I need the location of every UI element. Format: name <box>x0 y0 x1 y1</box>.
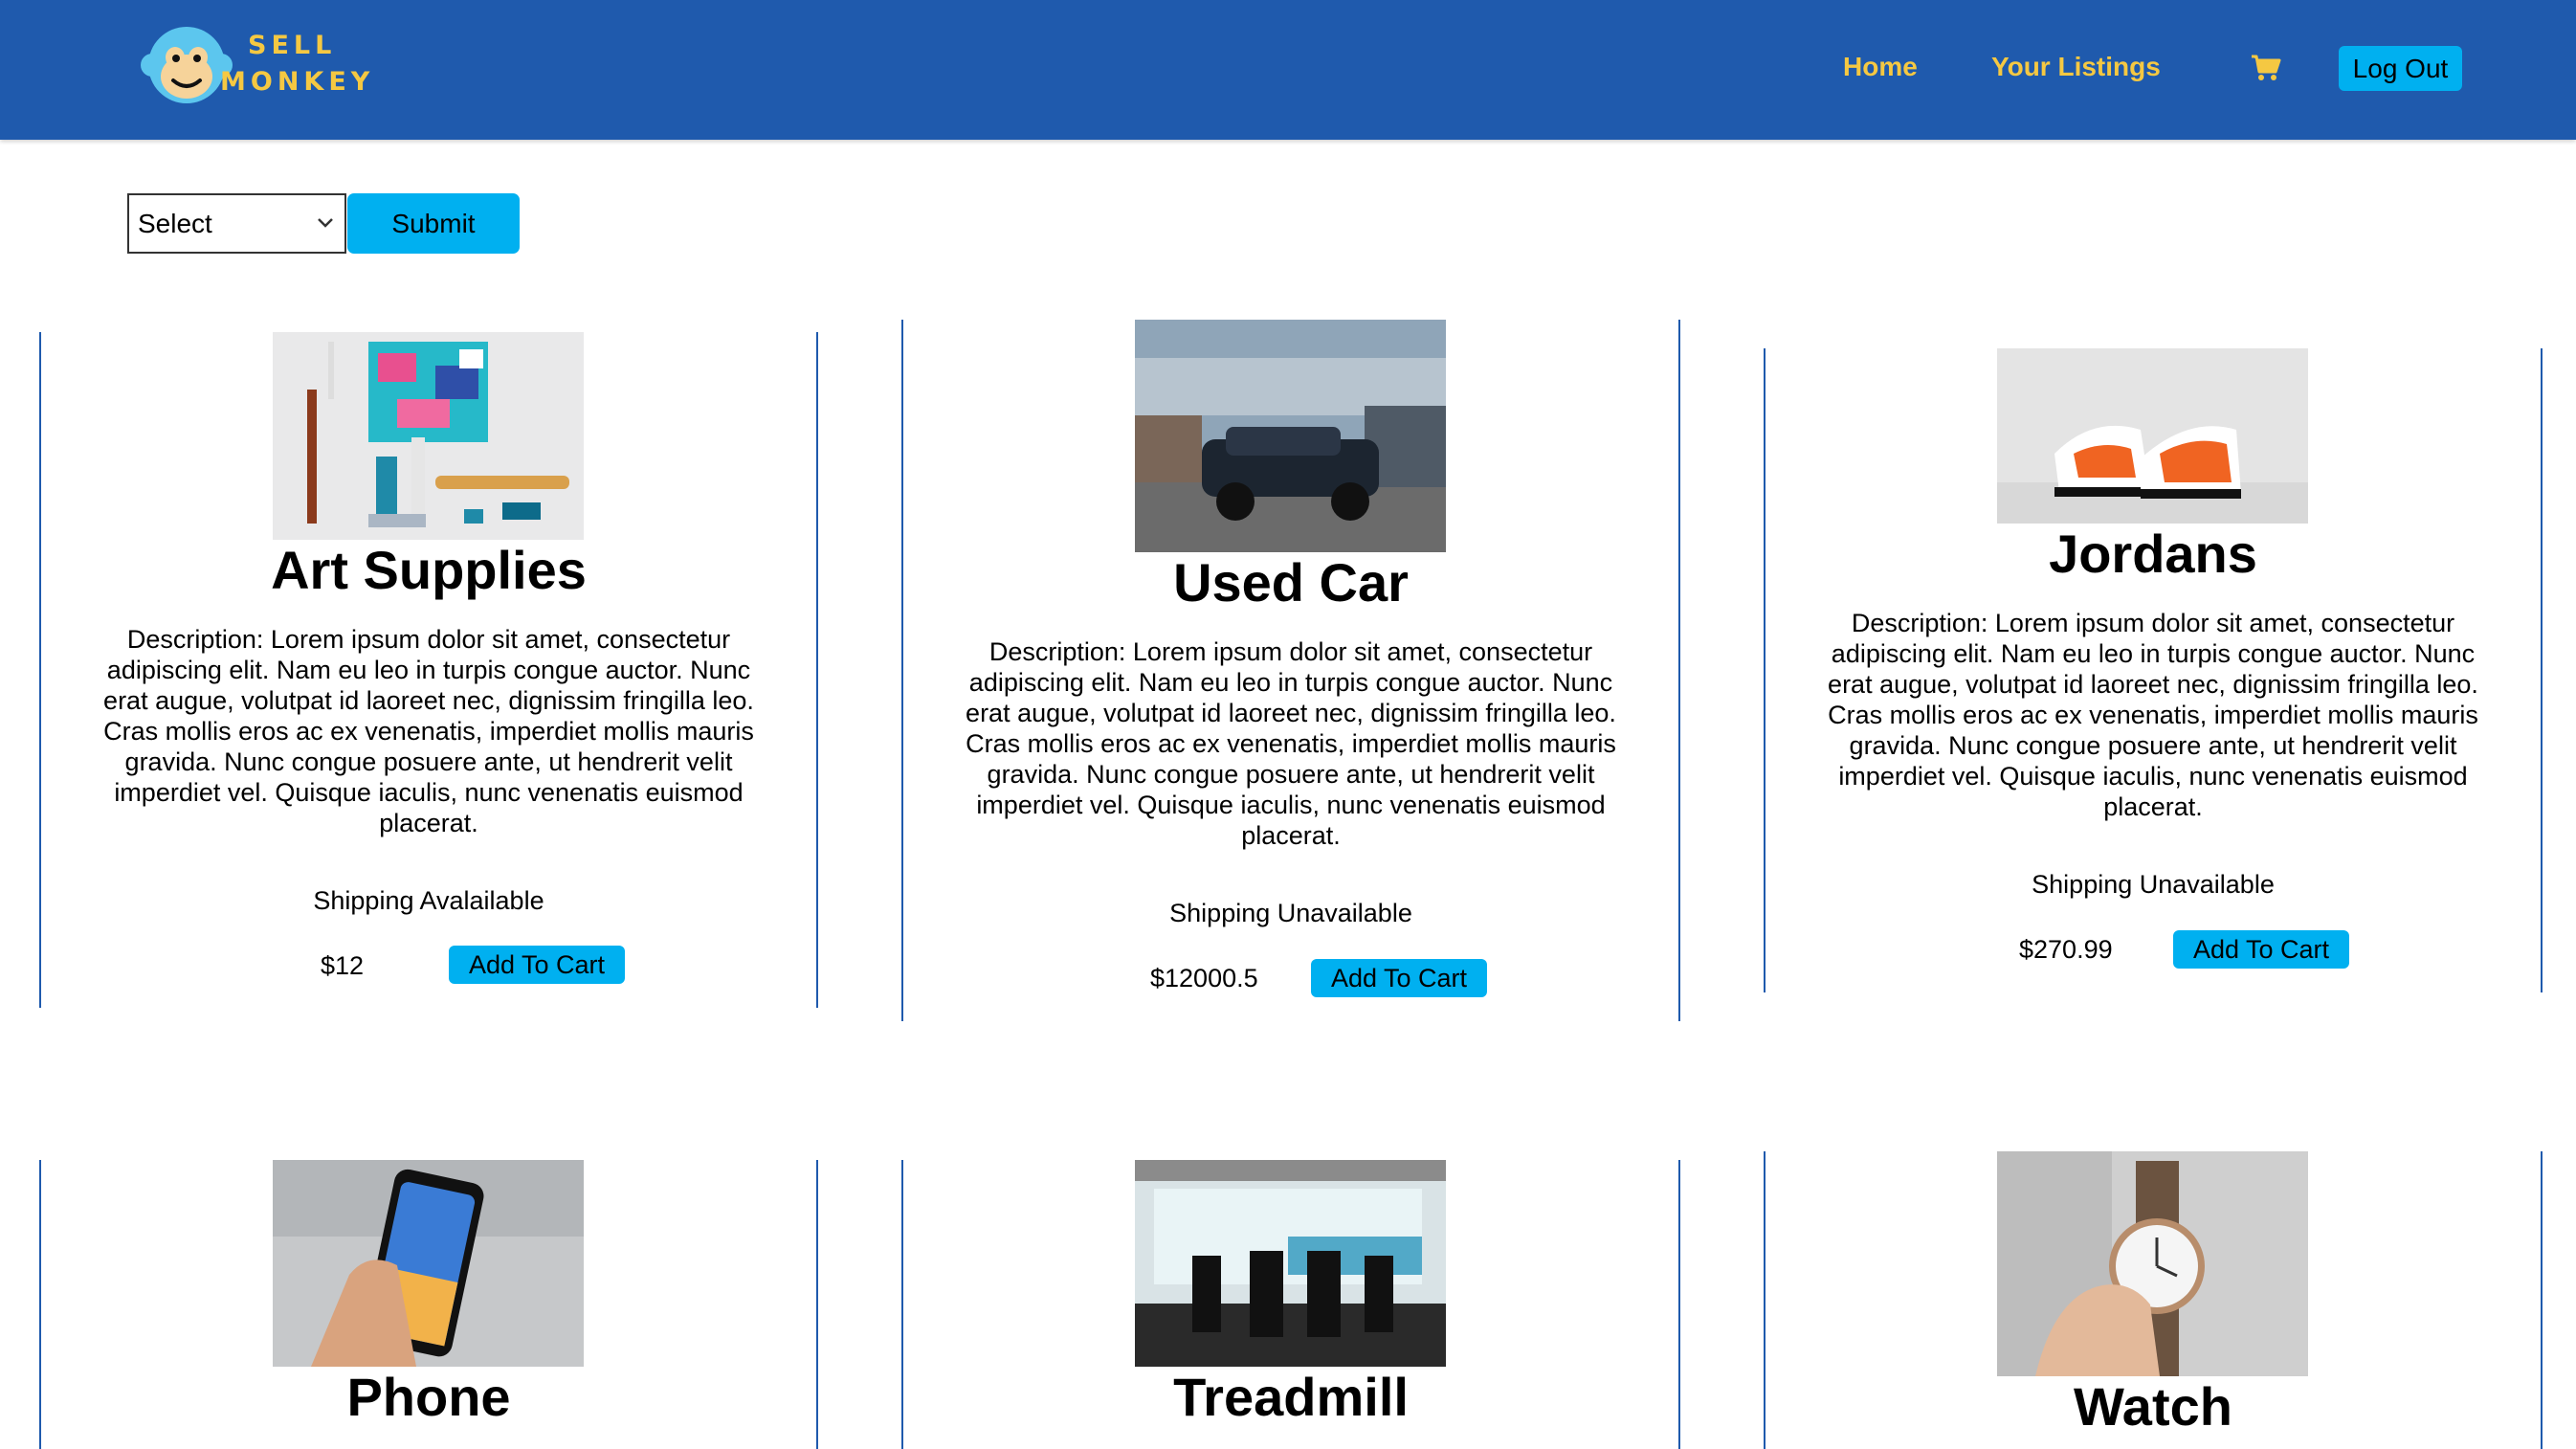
category-select[interactable]: Select <box>127 193 346 254</box>
submit-button[interactable]: Submit <box>347 193 520 254</box>
listing-shipping: Shipping Unavailable <box>2032 870 2275 899</box>
listing-price: $12 <box>321 951 365 980</box>
brand-line-2: MONKEY <box>220 67 375 97</box>
category-select-value: Select <box>138 208 212 238</box>
treadmill-photo <box>1135 1160 1446 1367</box>
listing-title: Used Car <box>1173 552 1409 613</box>
listing-title: Jordans <box>2049 524 2257 584</box>
listing-title: Treadmill <box>1173 1367 1409 1427</box>
listing-title: Phone <box>346 1367 511 1427</box>
listing-card: Jordans Description: Lorem ipsum dolor s… <box>1764 348 2543 992</box>
phone-photo <box>273 1160 584 1367</box>
listing-price: $270.99 <box>2019 935 2113 964</box>
listing-description: Description: Lorem ipsum dolor sit amet,… <box>1828 609 2478 821</box>
listing-shipping: Shipping Unavailable <box>1169 899 1412 927</box>
listing-card: Treadmill <box>901 1160 1680 1449</box>
used-car-photo <box>1135 320 1446 552</box>
nav-home-link[interactable]: Home <box>1843 52 1918 82</box>
listing-description: Description: Lorem ipsum dolor sit amet,… <box>966 637 1616 850</box>
listing-description: Description: Lorem ipsum dolor sit amet,… <box>103 625 754 837</box>
listing-card: Used Car Description: Lorem ipsum dolor … <box>901 320 1680 1021</box>
watch-photo <box>1997 1151 2308 1376</box>
log-out-button[interactable]: Log Out <box>2339 46 2462 91</box>
listing-price: $12000.5 <box>1150 964 1258 992</box>
listing-title: Art Supplies <box>271 540 587 600</box>
add-to-cart-button[interactable]: Add To Cart <box>449 946 625 984</box>
listing-title: Watch <box>2074 1376 2232 1437</box>
jordans-photo <box>1997 348 2308 524</box>
chevron-down-icon <box>318 218 333 228</box>
listing-card: Art Supplies Description: Lorem ipsum do… <box>39 332 818 1008</box>
listing-card: Phone <box>39 1160 818 1449</box>
listing-shipping: Shipping Avalailable <box>313 886 544 915</box>
add-to-cart-button[interactable]: Add To Cart <box>2173 930 2349 969</box>
art-supplies-photo <box>273 332 584 540</box>
listing-card: Watch <box>1764 1151 2543 1449</box>
add-to-cart-button[interactable]: Add To Cart <box>1311 959 1487 997</box>
brand-line-1: SELL <box>248 31 337 60</box>
navbar: SELL MONKEY Home Your Listings Log Out <box>0 0 2576 140</box>
shopping-cart-icon[interactable] <box>2251 54 2281 87</box>
nav-your-listings-link[interactable]: Your Listings <box>1991 52 2161 82</box>
sell-monkey-logo[interactable]: SELL MONKEY <box>139 23 369 109</box>
